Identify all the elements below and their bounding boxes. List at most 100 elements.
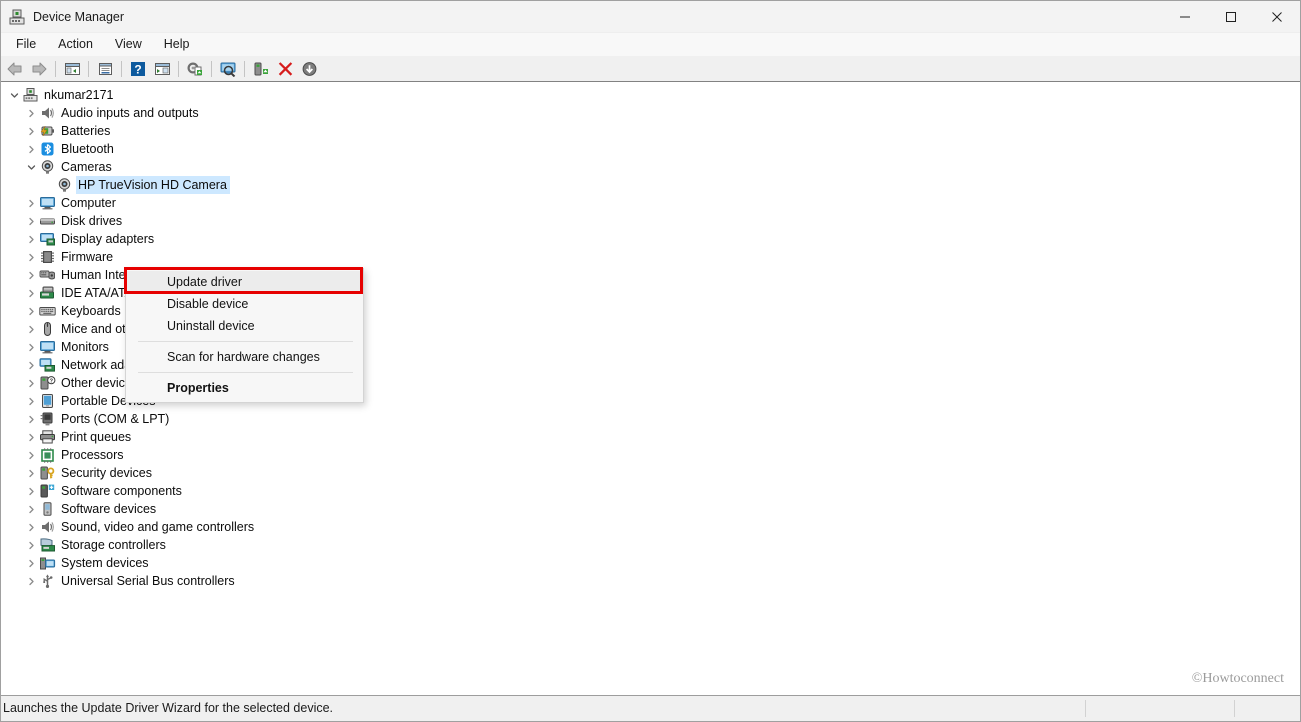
status-panel-2: [1086, 700, 1235, 717]
svg-text:?: ?: [134, 62, 141, 76]
maximize-button[interactable]: [1208, 1, 1254, 32]
tree-node[interactable]: Processors: [1, 446, 1300, 464]
tree-node[interactable]: Bluetooth: [1, 140, 1300, 158]
tree-node[interactable]: System devices: [1, 554, 1300, 572]
tree-node[interactable]: Batteries: [1, 122, 1300, 140]
chevron-right-icon[interactable]: [23, 284, 39, 302]
chevron-right-icon[interactable]: [23, 248, 39, 266]
tree-node[interactable]: Software components: [1, 482, 1300, 500]
close-button[interactable]: [1254, 1, 1300, 32]
chevron-right-icon[interactable]: [23, 392, 39, 410]
chevron-right-icon[interactable]: [23, 194, 39, 212]
enable-device-icon[interactable]: [249, 58, 273, 80]
tree-node-label: nkumar2171: [44, 88, 114, 102]
uninstall-device-icon[interactable]: [273, 58, 297, 80]
chevron-right-icon[interactable]: [23, 230, 39, 248]
menu-action[interactable]: Action: [47, 34, 104, 55]
chevron-right-icon[interactable]: [23, 428, 39, 446]
chevron-right-icon[interactable]: [23, 104, 39, 122]
forward-arrow-icon[interactable]: [27, 58, 51, 80]
toolbar-separator: [211, 60, 212, 77]
chevron-right-icon[interactable]: [23, 302, 39, 320]
processor-icon: [39, 447, 56, 463]
tree-node[interactable]: Security devices: [1, 464, 1300, 482]
tree-node[interactable]: Print queues: [1, 428, 1300, 446]
minimize-button[interactable]: [1162, 1, 1208, 32]
ide-controller-icon: [39, 285, 56, 301]
chevron-right-icon[interactable]: [23, 572, 39, 590]
help-icon[interactable]: ?: [126, 58, 150, 80]
toolbar-separator: [55, 60, 56, 77]
chevron-right-icon[interactable]: [23, 338, 39, 356]
chevron-right-icon[interactable]: [23, 140, 39, 158]
storage-controller-icon: [39, 537, 56, 553]
back-arrow-icon[interactable]: [3, 58, 27, 80]
device-tree-pane[interactable]: nkumar2171 Audio inputs and outputs Batter…: [1, 82, 1300, 695]
chevron-down-icon[interactable]: [6, 86, 22, 104]
tree-node[interactable]: Sound, video and game controllers: [1, 518, 1300, 536]
context-menu-item-properties[interactable]: Properties: [126, 377, 363, 399]
tree-node[interactable]: Disk drives: [1, 212, 1300, 230]
context-menu-item-disable-device[interactable]: Disable device: [126, 293, 363, 315]
device-manager-icon: [9, 9, 25, 25]
title-bar: Device Manager: [1, 1, 1300, 33]
tree-node[interactable]: nkumar2171: [1, 86, 1300, 104]
context-menu-item-scan-for-hardware-changes[interactable]: Scan for hardware changes: [126, 346, 363, 368]
context-menu[interactable]: Update driver Disable device Uninstall dev…: [125, 268, 364, 403]
tree-node-label: Firmware: [61, 250, 114, 264]
tree-node[interactable]: Ports (COM & LPT): [1, 410, 1300, 428]
tree-node[interactable]: Display adapters: [1, 230, 1300, 248]
monitor-icon: [39, 195, 56, 211]
tree-node[interactable]: Firmware: [1, 248, 1300, 266]
disable-device-icon[interactable]: [297, 58, 321, 80]
chevron-right-icon[interactable]: [23, 464, 39, 482]
chevron-right-icon[interactable]: [23, 356, 39, 374]
tree-node[interactable]: Universal Serial Bus controllers: [1, 572, 1300, 590]
scan-for-hardware-changes-icon[interactable]: [216, 58, 240, 80]
chevron-right-icon[interactable]: [23, 500, 39, 518]
software-component-icon: [39, 483, 56, 499]
tree-node-label: Processors: [61, 448, 124, 462]
properties-icon[interactable]: [93, 58, 117, 80]
tree-node[interactable]: Audio inputs and outputs: [1, 104, 1300, 122]
status-panel-3: [1235, 700, 1300, 717]
bluetooth-icon: [39, 141, 56, 157]
tree-node[interactable]: Cameras: [1, 158, 1300, 176]
chevron-right-icon[interactable]: [23, 446, 39, 464]
context-menu-item-update-driver[interactable]: Update driver: [126, 271, 363, 293]
disk-drive-icon: [39, 213, 56, 229]
show-hide-action-pane-icon[interactable]: [150, 58, 174, 80]
tree-node[interactable]: Computer: [1, 194, 1300, 212]
chevron-right-icon[interactable]: [23, 374, 39, 392]
tree-node-label: Sound, video and game controllers: [61, 520, 255, 534]
chevron-right-icon[interactable]: [23, 410, 39, 428]
chevron-right-icon[interactable]: [23, 482, 39, 500]
context-menu-separator: [138, 372, 353, 373]
chevron-right-icon[interactable]: [23, 122, 39, 140]
tree-node-selected[interactable]: HP TrueVision HD Camera: [1, 176, 1300, 194]
chevron-right-icon[interactable]: [23, 536, 39, 554]
chevron-right-icon[interactable]: [23, 554, 39, 572]
menu-view[interactable]: View: [104, 34, 153, 55]
camera-icon: [56, 177, 73, 193]
context-menu-item-uninstall-device[interactable]: Uninstall device: [126, 315, 363, 337]
show-hide-console-tree-icon[interactable]: [60, 58, 84, 80]
watermark: ©Howtoconnect: [1191, 671, 1284, 686]
menu-bar: File Action View Help: [1, 33, 1300, 56]
port-icon: [39, 411, 56, 427]
context-menu-separator: [138, 341, 353, 342]
tree-node[interactable]: Software devices: [1, 500, 1300, 518]
chevron-right-icon[interactable]: [23, 212, 39, 230]
menu-help[interactable]: Help: [153, 34, 201, 55]
tree-node-label: System devices: [61, 556, 149, 570]
update-driver-icon[interactable]: [183, 58, 207, 80]
tree-node-label: Audio inputs and outputs: [61, 106, 199, 120]
chevron-right-icon[interactable]: [23, 320, 39, 338]
chevron-right-icon[interactable]: [23, 266, 39, 284]
tree-node-label: HP TrueVision HD Camera: [76, 176, 230, 194]
menu-file[interactable]: File: [5, 34, 47, 55]
chevron-right-icon[interactable]: [23, 518, 39, 536]
tree-node[interactable]: Storage controllers: [1, 536, 1300, 554]
chevron-down-icon[interactable]: [23, 158, 39, 176]
